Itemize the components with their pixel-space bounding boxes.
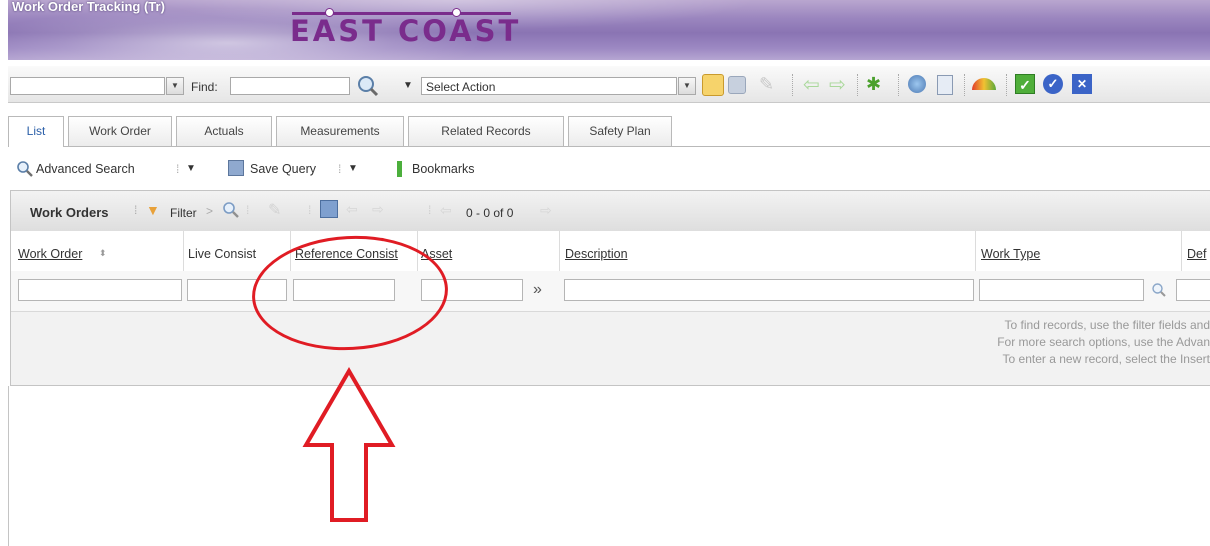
select-action-dropdown-button[interactable]: ▼ bbox=[678, 77, 696, 95]
tab-actuals[interactable]: Actuals bbox=[176, 116, 272, 146]
table-search-icon[interactable] bbox=[222, 201, 240, 219]
table-title: Work Orders bbox=[30, 205, 109, 220]
filter-work-order-input[interactable] bbox=[18, 279, 182, 301]
workflow-icon[interactable]: ✱ bbox=[866, 74, 881, 95]
column-header-row: Work Order ⬍ Live Consist Reference Cons… bbox=[11, 231, 1210, 272]
tab-bar: List Work Order Actuals Measurements Rel… bbox=[8, 112, 1210, 147]
filter-icon[interactable]: ▼ bbox=[146, 202, 160, 218]
approve-icon[interactable]: ✓ bbox=[1015, 74, 1035, 94]
save-query-link[interactable]: Save Query bbox=[250, 162, 316, 176]
help-message-advanced: For more search options, use the Advan bbox=[997, 335, 1210, 349]
help-message-filter: To find records, use the filter fields a… bbox=[1004, 318, 1210, 332]
first-page-icon[interactable]: ⇦ bbox=[440, 202, 452, 219]
header-banner bbox=[8, 0, 1210, 60]
find-label: Find: bbox=[191, 80, 218, 94]
view-icon[interactable] bbox=[908, 75, 926, 93]
query-dropdown-button[interactable]: ▼ bbox=[166, 77, 184, 95]
tab-related-records[interactable]: Related Records bbox=[408, 116, 564, 146]
close-icon[interactable]: ✕ bbox=[1072, 74, 1092, 94]
next-icon[interactable]: ⇨ bbox=[829, 72, 846, 97]
save-query-icon bbox=[228, 160, 244, 176]
filter-def-input[interactable] bbox=[1176, 279, 1210, 301]
next-page-icon[interactable]: ⇨ bbox=[372, 201, 384, 218]
previous-icon[interactable]: ⇦ bbox=[803, 72, 820, 97]
advanced-search-link[interactable]: Advanced Search bbox=[36, 162, 135, 176]
new-record-icon[interactable] bbox=[702, 74, 724, 96]
clear-filter-icon[interactable]: ✎ bbox=[268, 200, 281, 220]
search-icon[interactable] bbox=[356, 74, 380, 98]
find-input[interactable] bbox=[230, 77, 350, 95]
last-page-icon[interactable]: ⇨ bbox=[540, 202, 552, 219]
action-arrow-icon[interactable]: ▼ bbox=[403, 80, 413, 91]
page-border bbox=[8, 386, 9, 546]
column-description[interactable]: Description bbox=[565, 247, 628, 261]
select-action-dropdown[interactable]: Select Action bbox=[421, 77, 677, 95]
help-message-insert: To enter a new record, select the Insert bbox=[1002, 352, 1210, 366]
tab-list[interactable]: List bbox=[8, 116, 64, 147]
bookmark-icon bbox=[397, 161, 402, 177]
previous-page-icon[interactable]: ⇦ bbox=[346, 201, 358, 218]
bookmarks-link[interactable]: Bookmarks bbox=[412, 162, 475, 176]
record-count: 0 - 0 of 0 bbox=[466, 206, 514, 220]
column-work-order[interactable]: Work Order bbox=[18, 247, 82, 261]
app-title: Work Order Tracking (Tr) bbox=[12, 0, 165, 14]
advanced-search-icon bbox=[17, 161, 33, 177]
column-work-type[interactable]: Work Type bbox=[981, 247, 1040, 261]
query-select[interactable] bbox=[10, 77, 165, 95]
filter-link[interactable]: Filter bbox=[170, 206, 197, 220]
advanced-search-dropdown-icon[interactable]: ▼ bbox=[186, 163, 196, 174]
check-icon[interactable]: ✓ bbox=[1043, 74, 1063, 94]
clear-icon[interactable]: ✎ bbox=[759, 74, 779, 94]
save-icon[interactable] bbox=[728, 76, 746, 94]
asset-detail-menu-icon[interactable]: » bbox=[533, 281, 542, 299]
filter-row: » bbox=[11, 271, 1210, 312]
sort-icon[interactable]: ⬍ bbox=[99, 248, 107, 259]
download-icon[interactable] bbox=[320, 200, 338, 218]
save-query-dropdown-icon[interactable]: ▼ bbox=[348, 163, 358, 174]
column-live-consist[interactable]: Live Consist bbox=[188, 247, 256, 261]
report-icon[interactable] bbox=[937, 75, 953, 95]
tab-work-order[interactable]: Work Order bbox=[68, 116, 172, 146]
work-type-lookup-icon[interactable] bbox=[1151, 282, 1167, 298]
filter-expand-icon[interactable]: > bbox=[206, 204, 213, 218]
column-def[interactable]: Def bbox=[1187, 247, 1206, 261]
filter-work-type-input[interactable] bbox=[979, 279, 1144, 301]
company-logo: EAST COAST bbox=[290, 14, 522, 48]
filter-description-input[interactable] bbox=[564, 279, 974, 301]
highlight-arrow-icon bbox=[302, 367, 396, 522]
tab-safety-plan[interactable]: Safety Plan bbox=[568, 116, 672, 146]
tab-measurements[interactable]: Measurements bbox=[276, 116, 404, 146]
